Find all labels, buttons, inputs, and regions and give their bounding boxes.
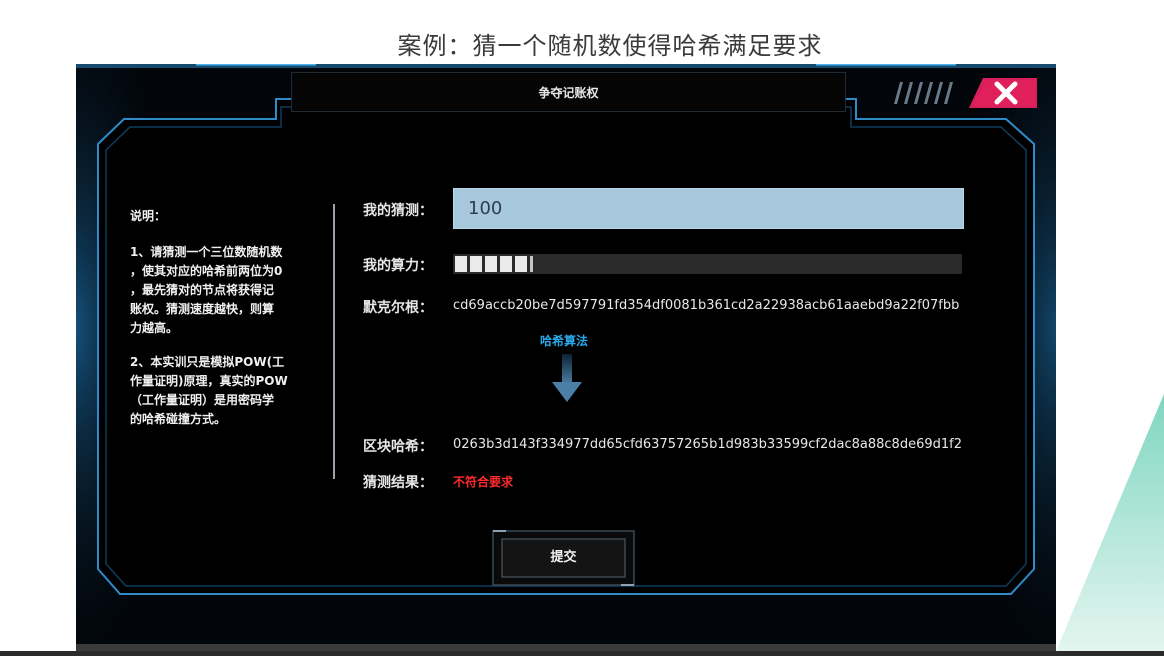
- dialog-header: 争夺记账权: [291, 72, 846, 112]
- game-dialog: 争夺记账权 说明： 1、请猜测一个三位数随机数 ，使其对应的哈希前两位为0 ，最…: [76, 64, 1056, 652]
- submit-label: 提交: [550, 550, 577, 565]
- down-arrow-icon: [552, 354, 582, 402]
- bottom-bar: [0, 651, 1164, 656]
- merkle-root-value: cd69accb20be7d597791fd354df0081b361cd2a2…: [453, 298, 960, 313]
- progress-block: [530, 256, 533, 272]
- instructions-panel: 说明： 1、请猜测一个三位数随机数 ，使其对应的哈希前两位为0 ，最先猜对的节点…: [130, 207, 320, 429]
- merkle-root-label: 默克尔根：: [363, 300, 433, 316]
- block-hash-value: 0263b3d143f334977dd65cfd63757265b1d983b3…: [453, 437, 962, 452]
- hashpower-progress-fill: [453, 254, 533, 274]
- hash-algorithm-label: 哈希算法: [540, 334, 589, 348]
- guess-input[interactable]: [453, 188, 964, 229]
- instructions-heading: 说明：: [130, 209, 167, 223]
- instructions-paragraph-1: 1、请猜测一个三位数随机数 ，使其对应的哈希前两位为0 ，最先猜对的节点将获得记…: [130, 245, 283, 335]
- guess-label: 我的猜测：: [363, 203, 433, 219]
- progress-block: [455, 256, 467, 272]
- hashpower-progress-bar: [453, 254, 962, 274]
- stripes-decoration-icon: [894, 82, 953, 104]
- result-value: 不符合要求: [453, 475, 514, 489]
- block-hash-label: 区块哈希：: [363, 439, 433, 455]
- result-label: 猜测结果：: [363, 475, 433, 491]
- dialog-title: 争夺记账权: [538, 86, 599, 100]
- submit-button[interactable]: 提交: [492, 530, 635, 586]
- decorative-triangle: [1054, 394, 1164, 656]
- instructions-paragraph-2: 2、本实训只是模拟POW(工 作量证明)原理，真实的POW （工作量证明）是用密…: [130, 355, 288, 426]
- progress-block: [500, 256, 512, 272]
- vertical-divider: [333, 204, 335, 479]
- progress-block: [515, 256, 527, 272]
- slide-title: 案例：猜一个随机数使得哈希满足要求: [397, 32, 823, 60]
- hashpower-label: 我的算力：: [363, 258, 433, 274]
- close-button[interactable]: [969, 78, 1037, 108]
- progress-block: [485, 256, 497, 272]
- progress-block: [470, 256, 482, 272]
